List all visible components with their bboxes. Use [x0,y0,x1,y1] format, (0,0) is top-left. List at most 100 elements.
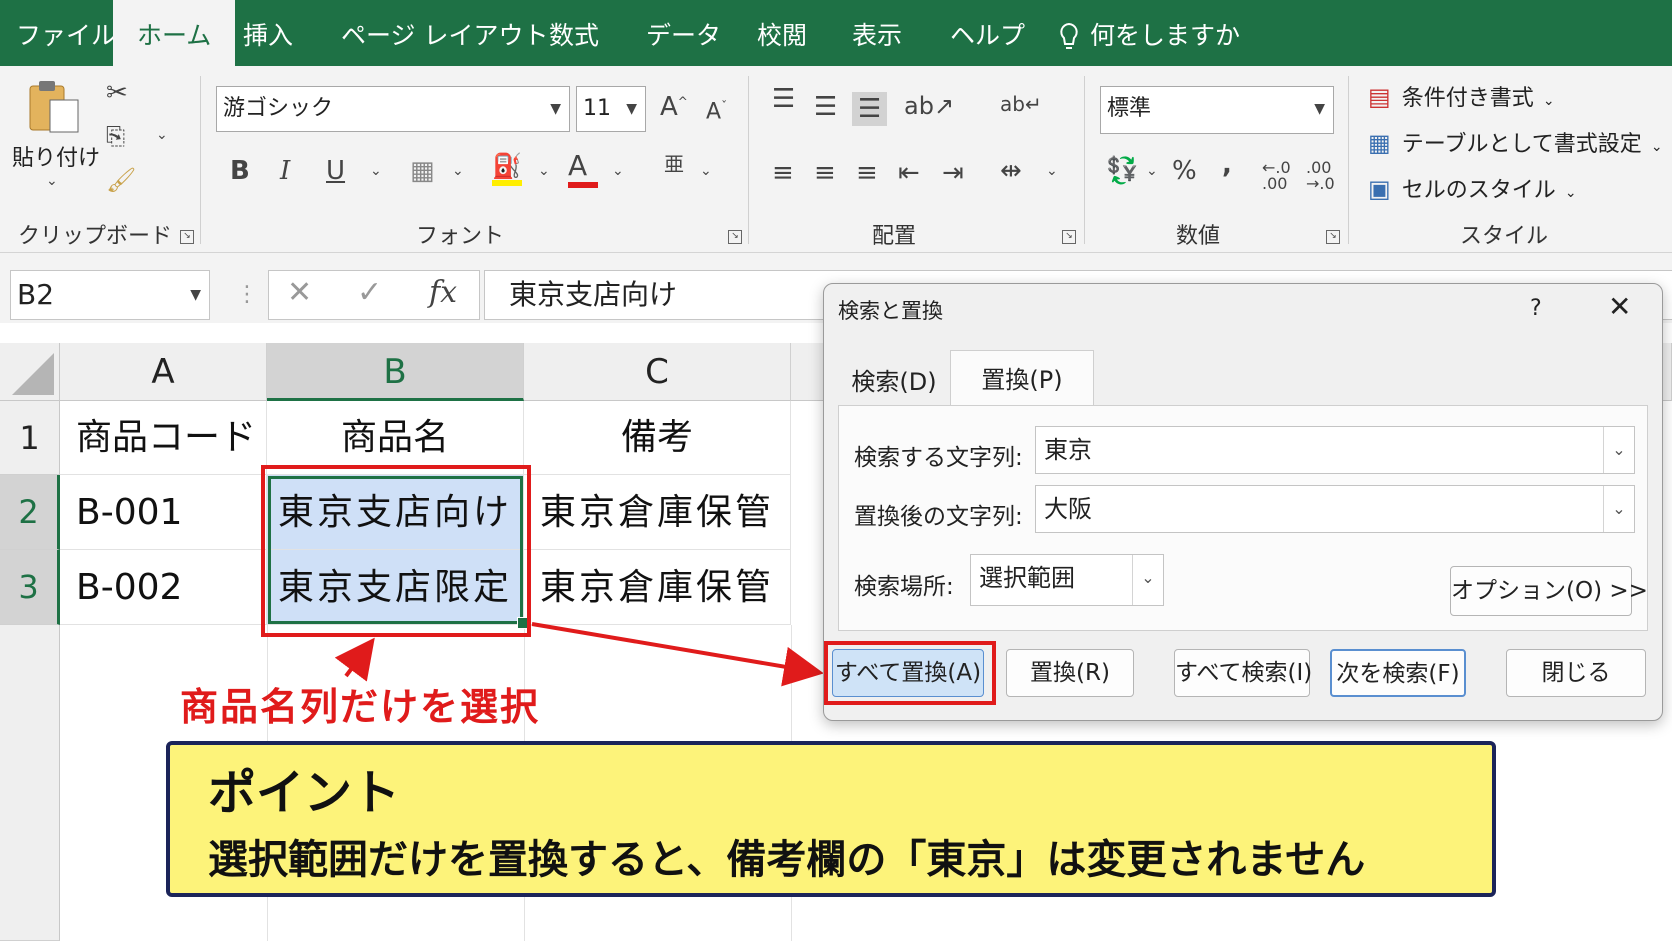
cancel-icon[interactable]: ✕ [287,275,312,310]
within-select[interactable]: 選択範囲 ⌄ [970,554,1164,606]
tab-view[interactable]: 表示 [852,0,902,66]
wrap-text-icon[interactable]: ab↵ [1000,94,1042,114]
tab-review[interactable]: 校閲 [757,0,807,66]
chevron-down-icon[interactable]: ⌄ [1146,164,1158,178]
select-all-corner[interactable] [0,343,60,401]
font-name-select[interactable]: 游ゴシック ▼ [216,86,570,132]
formula-buttons: ✕ ✓ fx [268,270,480,320]
tab-home[interactable]: ホーム [113,0,236,66]
chevron-down-icon[interactable]: ⌄ [452,164,464,178]
orientation-icon[interactable]: ab↗ [904,94,954,118]
chevron-down-icon[interactable]: ⌄ [370,164,382,178]
highlight-box-selection [261,465,531,637]
find-all-button[interactable]: すべて検索(I) [1174,649,1312,697]
enter-check-icon[interactable]: ✓ [357,275,382,310]
chevron-down-icon[interactable]: ⌄ [612,164,624,178]
replace-button[interactable]: 置換(R) [1006,649,1134,697]
chevron-down-icon[interactable]: ⌄ [1046,164,1058,178]
insert-function-icon[interactable]: fx [429,275,457,310]
italic-button[interactable]: I [280,158,290,184]
align-left-icon[interactable]: ≡ [772,160,794,186]
row-header-3[interactable]: 3 [0,550,60,625]
phonetic-guide-icon[interactable]: 亜 [664,154,684,174]
tab-file[interactable]: ファイル [16,0,116,66]
close-button[interactable]: 閉じる [1506,649,1646,697]
name-box[interactable]: B2 ▼ [10,270,210,320]
row-header-1[interactable]: 1 [0,401,60,475]
tell-me-search[interactable]: 何をしますか [1058,0,1240,66]
tab-data[interactable]: データ [646,0,721,66]
chevron-down-icon[interactable]: ⌄ [46,174,58,188]
increase-indent-icon[interactable]: ⇥ [942,160,964,186]
replace-with-input[interactable]: 大阪 ⌄ [1035,485,1635,533]
font-size-select[interactable]: 11 ▼ [576,86,646,132]
paste-button[interactable] [24,78,84,142]
decrease-font-icon[interactable]: Aˇ [706,100,727,123]
help-button[interactable]: ? [1530,296,1542,321]
tab-formulas[interactable]: 数式 [549,0,599,66]
tab-find[interactable]: 検索(D) [838,352,950,402]
cell-a2[interactable]: B-001 [60,475,267,550]
align-center-icon[interactable]: ≡ [814,160,836,186]
find-next-button[interactable]: 次を検索(F) [1330,649,1466,697]
tab-replace[interactable]: 置換(P) [950,350,1094,406]
dialog-launcher-icon[interactable]: ↘ [728,230,742,244]
chevron-down-icon[interactable]: ⌄ [538,164,550,178]
conditional-formatting-button[interactable]: ▤ 条件付き書式 ⌄ [1368,80,1555,112]
borders-icon[interactable]: ▦ [410,158,435,184]
column-header-b[interactable]: B [267,343,524,401]
chevron-down-icon[interactable]: ⌄ [156,128,168,142]
options-button[interactable]: オプション(O) >> [1450,566,1648,616]
dialog-launcher-icon[interactable]: ↘ [1326,230,1340,244]
cell-c3[interactable]: 東京倉庫保管 [524,550,791,625]
more-options-icon[interactable]: ⋮ [236,282,258,307]
cell-a3[interactable]: B-002 [60,550,267,625]
number-format-select[interactable]: 標準 ▼ [1100,86,1334,134]
number-format-value: 標準 [1107,96,1152,121]
column-header-a[interactable]: A [60,343,267,401]
chevron-down-icon: ▼ [190,287,201,303]
close-icon[interactable]: ✕ [1608,290,1631,323]
decrease-decimal-icon[interactable]: .00 →.0 [1306,160,1335,192]
chevron-down-icon[interactable]: ⌄ [1132,555,1163,605]
group-divider [1348,76,1349,244]
dialog-launcher-icon[interactable]: ↘ [180,230,194,244]
align-right-icon[interactable]: ≡ [856,160,878,186]
underline-button[interactable]: U [326,158,345,184]
cell-styles-button[interactable]: ▣ セルのスタイル ⌄ [1368,172,1577,204]
chevron-down-icon[interactable]: ⌄ [1603,486,1634,532]
merge-center-icon[interactable]: ⇹ [1000,158,1022,184]
cell-b1[interactable]: 商品名 [267,401,524,475]
align-top-icon[interactable]: ☰ [772,86,795,112]
scissors-icon[interactable]: ✂ [106,80,128,106]
format-as-table-label: テーブルとして書式設定 [1401,132,1642,157]
decrease-indent-icon[interactable]: ⇤ [898,160,920,186]
align-bottom-icon[interactable]: ☰ [852,92,888,126]
format-as-table-button[interactable]: ▦ テーブルとして書式設定 ⌄ [1368,126,1663,158]
row-header-2[interactable]: 2 [0,475,60,550]
fill-color-button[interactable]: ⛽ [492,154,522,186]
paste-label[interactable]: 貼り付け [12,140,100,172]
chevron-down-icon[interactable]: ⌄ [1603,427,1634,473]
arrow-to-selection [334,637,375,682]
dialog-launcher-icon[interactable]: ↘ [1062,230,1076,244]
accounting-format-icon[interactable]: 💱 [1106,158,1138,184]
column-header-c[interactable]: C [524,343,791,401]
tab-help[interactable]: ヘルプ [950,0,1025,66]
format-painter-icon[interactable]: 🖌 [106,168,136,192]
comma-button[interactable]: , [1222,152,1232,178]
cell-c2[interactable]: 東京倉庫保管 [524,475,791,550]
copy-icon[interactable]: ⎘ [106,124,125,148]
cell-a1[interactable]: 商品コード [60,401,267,475]
tab-insert[interactable]: 挿入 [243,0,293,66]
tab-page-layout[interactable]: ページ レイアウト [341,0,548,66]
font-color-button[interactable]: A [568,152,598,188]
bold-button[interactable]: B [230,158,250,184]
chevron-down-icon[interactable]: ⌄ [700,164,712,178]
align-middle-icon[interactable]: ☰ [814,94,837,120]
find-what-input[interactable]: 東京 ⌄ [1035,426,1635,474]
percent-button[interactable]: % [1172,158,1197,184]
cell-c1[interactable]: 備考 [524,401,791,475]
increase-font-icon[interactable]: A^ [660,94,688,120]
increase-decimal-icon[interactable]: ←.0.00 [1262,160,1291,192]
